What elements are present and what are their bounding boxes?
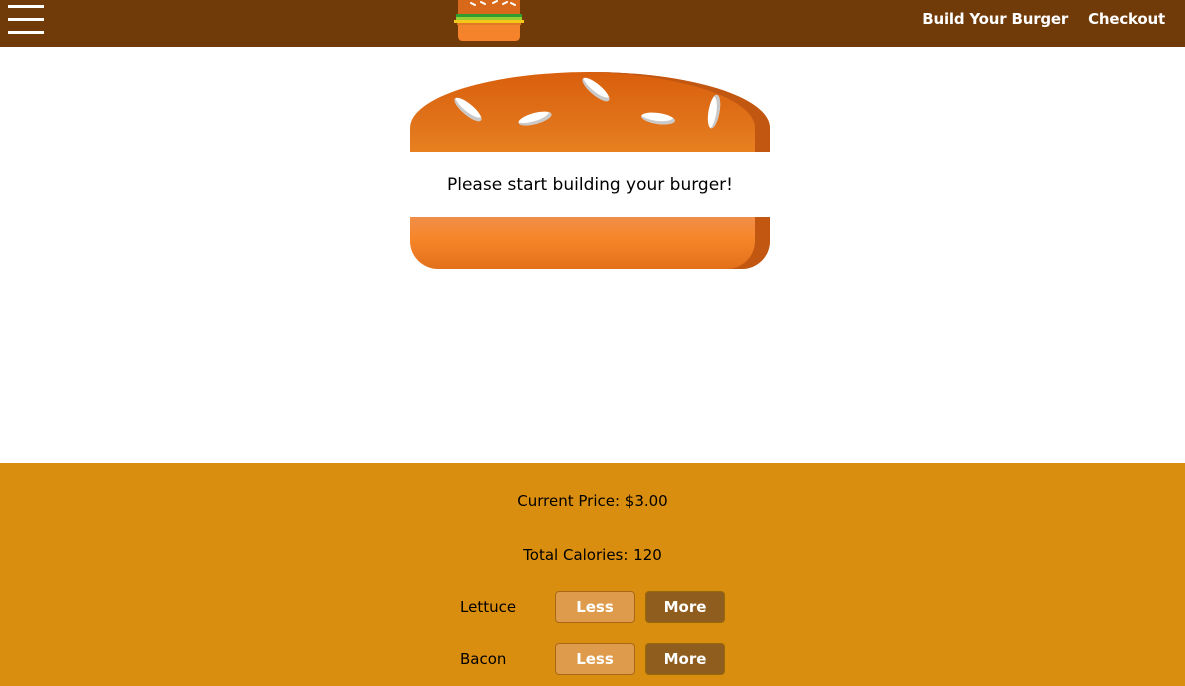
sesame-seed xyxy=(705,93,723,130)
total-calories: Total Calories: 120 xyxy=(523,546,662,564)
menu-line xyxy=(8,18,44,21)
lettuce-less-button[interactable]: Less xyxy=(555,591,635,623)
burger-status-message: Please start building your burger! xyxy=(446,174,733,195)
burger-logo-icon[interactable] xyxy=(453,0,525,42)
ingredient-label: Lettuce xyxy=(460,598,517,616)
toolbar: Build Your Burger Checkout xyxy=(0,0,1185,47)
nav-checkout[interactable]: Checkout xyxy=(1088,10,1165,28)
sesame-seed xyxy=(451,94,485,125)
current-price: Current Price: $3.00 xyxy=(517,492,668,510)
build-controls: Current Price: $3.00 Total Calories: 120… xyxy=(0,463,1185,686)
sesame-seed xyxy=(517,108,553,129)
ingredient-label: Bacon xyxy=(460,650,507,668)
sesame-seed xyxy=(640,110,676,127)
menu-line xyxy=(8,31,44,34)
bacon-less-button[interactable]: Less xyxy=(555,643,635,675)
sesame-seed xyxy=(579,74,613,105)
hamburger-menu-icon[interactable] xyxy=(8,5,44,34)
main-nav: Build Your Burger Checkout xyxy=(922,0,1185,37)
nav-build-your-burger[interactable]: Build Your Burger xyxy=(922,10,1068,28)
lettuce-more-button[interactable]: More xyxy=(645,591,725,623)
bread-bottom xyxy=(410,217,770,269)
menu-line xyxy=(8,5,44,8)
bacon-more-button[interactable]: More xyxy=(645,643,725,675)
ingredient-control-lettuce: Lettuce Less More xyxy=(460,591,730,623)
ingredient-control-bacon: Bacon Less More xyxy=(460,643,730,675)
burger-preview: Please start building your burger! xyxy=(410,72,770,269)
bread-top xyxy=(410,72,770,152)
